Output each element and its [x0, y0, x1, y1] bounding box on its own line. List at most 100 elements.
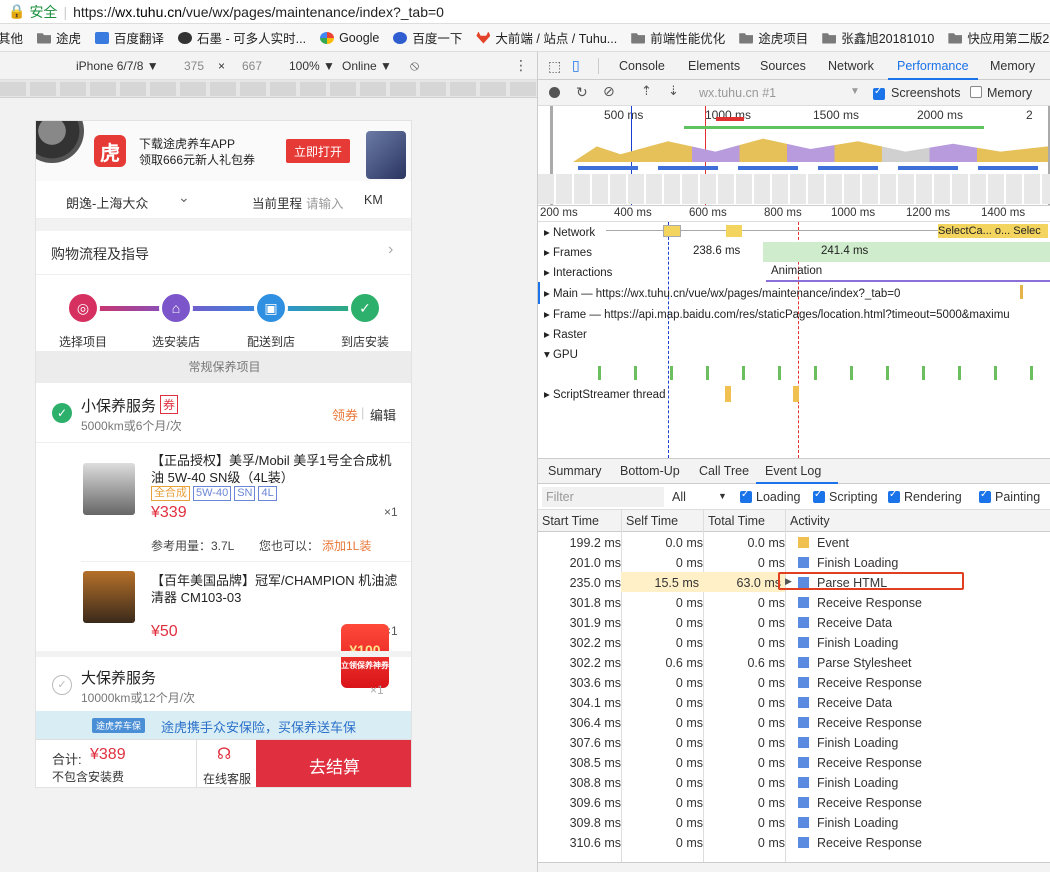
step-label: 选择项目: [58, 335, 107, 349]
col-total-time[interactable]: Total Time: [708, 514, 765, 528]
tab-performance[interactable]: Performance: [897, 59, 969, 73]
table-row[interactable]: 301.8 ms 0 ms 0 ms Receive Response: [538, 592, 1050, 612]
unchecked-icon[interactable]: ✓: [52, 675, 72, 695]
inspect-icon[interactable]: ⬚: [548, 58, 561, 75]
track-frame[interactable]: ▸ Frame — https://api.map.baidu.com/res/…: [538, 304, 1050, 324]
bookmark-shimo[interactable]: 石墨 - 可多人实时...: [178, 28, 306, 47]
table-row[interactable]: 302.2 ms 0.6 ms 0.6 ms Parse Stylesheet: [538, 652, 1050, 672]
timeline-tracks[interactable]: ▸ Network SelectCa... o... Selec ▸ Frame…: [538, 222, 1050, 458]
tab-memory[interactable]: Memory: [990, 59, 1035, 73]
table-row[interactable]: 199.2 ms 0.0 ms 0.0 ms Event: [538, 532, 1050, 552]
bookmark-google[interactable]: Google: [320, 31, 379, 45]
rotate-icon[interactable]: ⦸: [410, 57, 419, 74]
tab-call-tree[interactable]: Call Tree: [699, 464, 749, 478]
table-row[interactable]: 308.5 ms 0 ms 0 ms Receive Response: [538, 752, 1050, 772]
bookmark-perf[interactable]: 前端性能优化: [631, 28, 725, 47]
url-text[interactable]: https://wx.tuhu.cn/vue/wx/pages/maintena…: [73, 4, 444, 20]
track-interactions[interactable]: ▸ Interactions Animation: [538, 262, 1050, 282]
tab-bottom-up[interactable]: Bottom-Up: [620, 464, 680, 478]
reload-icon[interactable]: ↻: [576, 84, 588, 101]
track-network[interactable]: ▸ Network SelectCa... o... Selec: [538, 222, 1050, 242]
network-select[interactable]: Online ▼: [342, 59, 392, 73]
bookmark-gitlab[interactable]: 大前端 / 站点 / Tuhu...: [476, 28, 617, 47]
table-row[interactable]: 301.9 ms 0 ms 0 ms Receive Data: [538, 612, 1050, 632]
record-icon[interactable]: [549, 87, 560, 98]
chevron-right-icon: ›: [388, 241, 394, 258]
table-row[interactable]: 309.6 ms 0 ms 0 ms Receive Response: [538, 792, 1050, 812]
upload-icon[interactable]: ⇡: [641, 83, 652, 99]
get-coupon-link[interactable]: 领券: [332, 405, 358, 424]
col-activity[interactable]: Activity: [790, 514, 830, 528]
tab-console[interactable]: Console: [619, 59, 665, 73]
zoom-select[interactable]: 100% ▼: [289, 59, 335, 73]
scripting-filter[interactable]: Scripting: [813, 489, 878, 504]
device-select[interactable]: iPhone 6/7/8 ▼: [76, 59, 159, 73]
download-icon[interactable]: ⇣: [668, 83, 679, 99]
profile-select[interactable]: wx.tuhu.cn #1: [699, 86, 859, 100]
painting-filter[interactable]: Painting: [979, 489, 1040, 504]
tab-sources[interactable]: Sources: [760, 59, 806, 73]
clear-icon[interactable]: ⊘: [603, 83, 615, 100]
insurance-banner[interactable]: 途虎养车保 途虎携手众安保险，买保养送车保: [36, 711, 411, 739]
table-row[interactable]: 307.6 ms 0 ms 0 ms Finish Loading: [538, 732, 1050, 752]
table-row[interactable]: 308.8 ms 0 ms 0 ms Finish Loading: [538, 772, 1050, 792]
bookmark-tuhu-project[interactable]: 途虎项目: [739, 28, 808, 47]
category-swatch: [798, 677, 809, 688]
bookmark-zhangxinxu[interactable]: 张鑫旭20181010: [822, 28, 934, 47]
car-model[interactable]: 朗逸-上海大众: [66, 193, 148, 212]
tag-grade: SN: [234, 486, 256, 501]
track-frames[interactable]: ▸ Frames 238.6 ms 241.4 ms: [538, 242, 1050, 262]
shimo-icon: [178, 31, 193, 44]
mileage-input[interactable]: 请输入: [306, 193, 344, 212]
self-time-cell: 0 ms: [675, 716, 703, 730]
track-gpu[interactable]: ▾ GPU: [538, 344, 1050, 384]
table-row[interactable]: 302.2 ms 0 ms 0 ms Finish Loading: [538, 632, 1050, 652]
track-main[interactable]: ▸ Main — https://wx.tuhu.cn/vue/wx/pages…: [538, 282, 1050, 304]
track-scriptstreamer[interactable]: ▸ ScriptStreamer thread: [538, 384, 1050, 404]
more-options-icon[interactable]: ⋮: [514, 57, 528, 74]
checkout-button[interactable]: 去结算: [256, 740, 411, 787]
col-start-time[interactable]: Start Time: [542, 514, 599, 528]
bookmark-baidu[interactable]: 百度一下: [393, 28, 462, 47]
product-name[interactable]: 【正品授权】美孚/Mobil 美孚1号全合成机油 5W-40 SN级（4L装）: [151, 452, 401, 486]
tab-network[interactable]: Network: [828, 59, 874, 73]
table-row[interactable]: 310.6 ms 0 ms 0 ms Receive Response: [538, 832, 1050, 852]
track-raster[interactable]: ▸ Raster: [538, 324, 1050, 344]
memory-checkbox[interactable]: [970, 86, 982, 98]
loading-filter[interactable]: Loading: [740, 489, 801, 504]
product-name[interactable]: 【百年美国品牌】冠军/CHAMPION 机油滤清器 CM103-03: [151, 572, 401, 606]
customer-service-button[interactable]: ☊ 在线客服: [196, 740, 256, 787]
checked-icon[interactable]: ✓: [52, 403, 72, 423]
bookmark-baidu-translate[interactable]: 百度翻译: [95, 28, 164, 47]
tab-event-log[interactable]: Event Log: [765, 464, 821, 478]
device-toggle-icon[interactable]: ▯: [572, 57, 580, 74]
timeline-overview[interactable]: 500 ms 1000 ms 1500 ms 2000 ms 2: [538, 106, 1050, 206]
filter-select[interactable]: All: [672, 490, 686, 504]
height-input[interactable]: 667: [242, 59, 262, 73]
shopping-guide-row[interactable]: 购物流程及指导 ›: [36, 231, 411, 275]
table-row[interactable]: 201.0 ms 0 ms 0 ms Finish Loading: [538, 552, 1050, 572]
edit-link[interactable]: 编辑: [370, 405, 396, 424]
width-input[interactable]: 375: [184, 59, 204, 73]
category-swatch: [798, 617, 809, 628]
screenshots-checkbox[interactable]: [873, 86, 889, 101]
chevron-down-icon[interactable]: ⌄: [178, 189, 190, 206]
step-label: 配送到店: [246, 335, 295, 349]
bookmark-other[interactable]: 其他: [0, 28, 23, 47]
address-bar[interactable]: 🔒 安全 | https://wx.tuhu.cn/vue/wx/pages/m…: [0, 0, 1050, 24]
open-app-button[interactable]: 立即打开: [286, 139, 350, 163]
app-download-banner[interactable]: 虎 下载途虎养车APP 领取666元新人礼包券 立即打开: [36, 121, 411, 181]
table-row[interactable]: 304.1 ms 0 ms 0 ms Receive Data: [538, 692, 1050, 712]
bookmark-tuhu[interactable]: 途虎: [37, 28, 81, 47]
truck-icon: ▣: [254, 291, 288, 325]
rendering-filter[interactable]: Rendering: [888, 489, 962, 504]
col-self-time[interactable]: Self Time: [626, 514, 678, 528]
table-row[interactable]: 309.8 ms 0 ms 0 ms Finish Loading: [538, 812, 1050, 832]
tab-elements[interactable]: Elements: [688, 59, 740, 73]
bookmark-quickapp[interactable]: 快应用第二版2: [948, 28, 1049, 47]
table-row[interactable]: 303.6 ms 0 ms 0 ms Receive Response: [538, 672, 1050, 692]
table-row[interactable]: 306.4 ms 0 ms 0 ms Receive Response: [538, 712, 1050, 732]
tab-summary[interactable]: Summary: [548, 464, 601, 478]
add-1l-link[interactable]: 添加1L装: [322, 537, 371, 554]
filter-input[interactable]: Filter: [542, 487, 664, 507]
